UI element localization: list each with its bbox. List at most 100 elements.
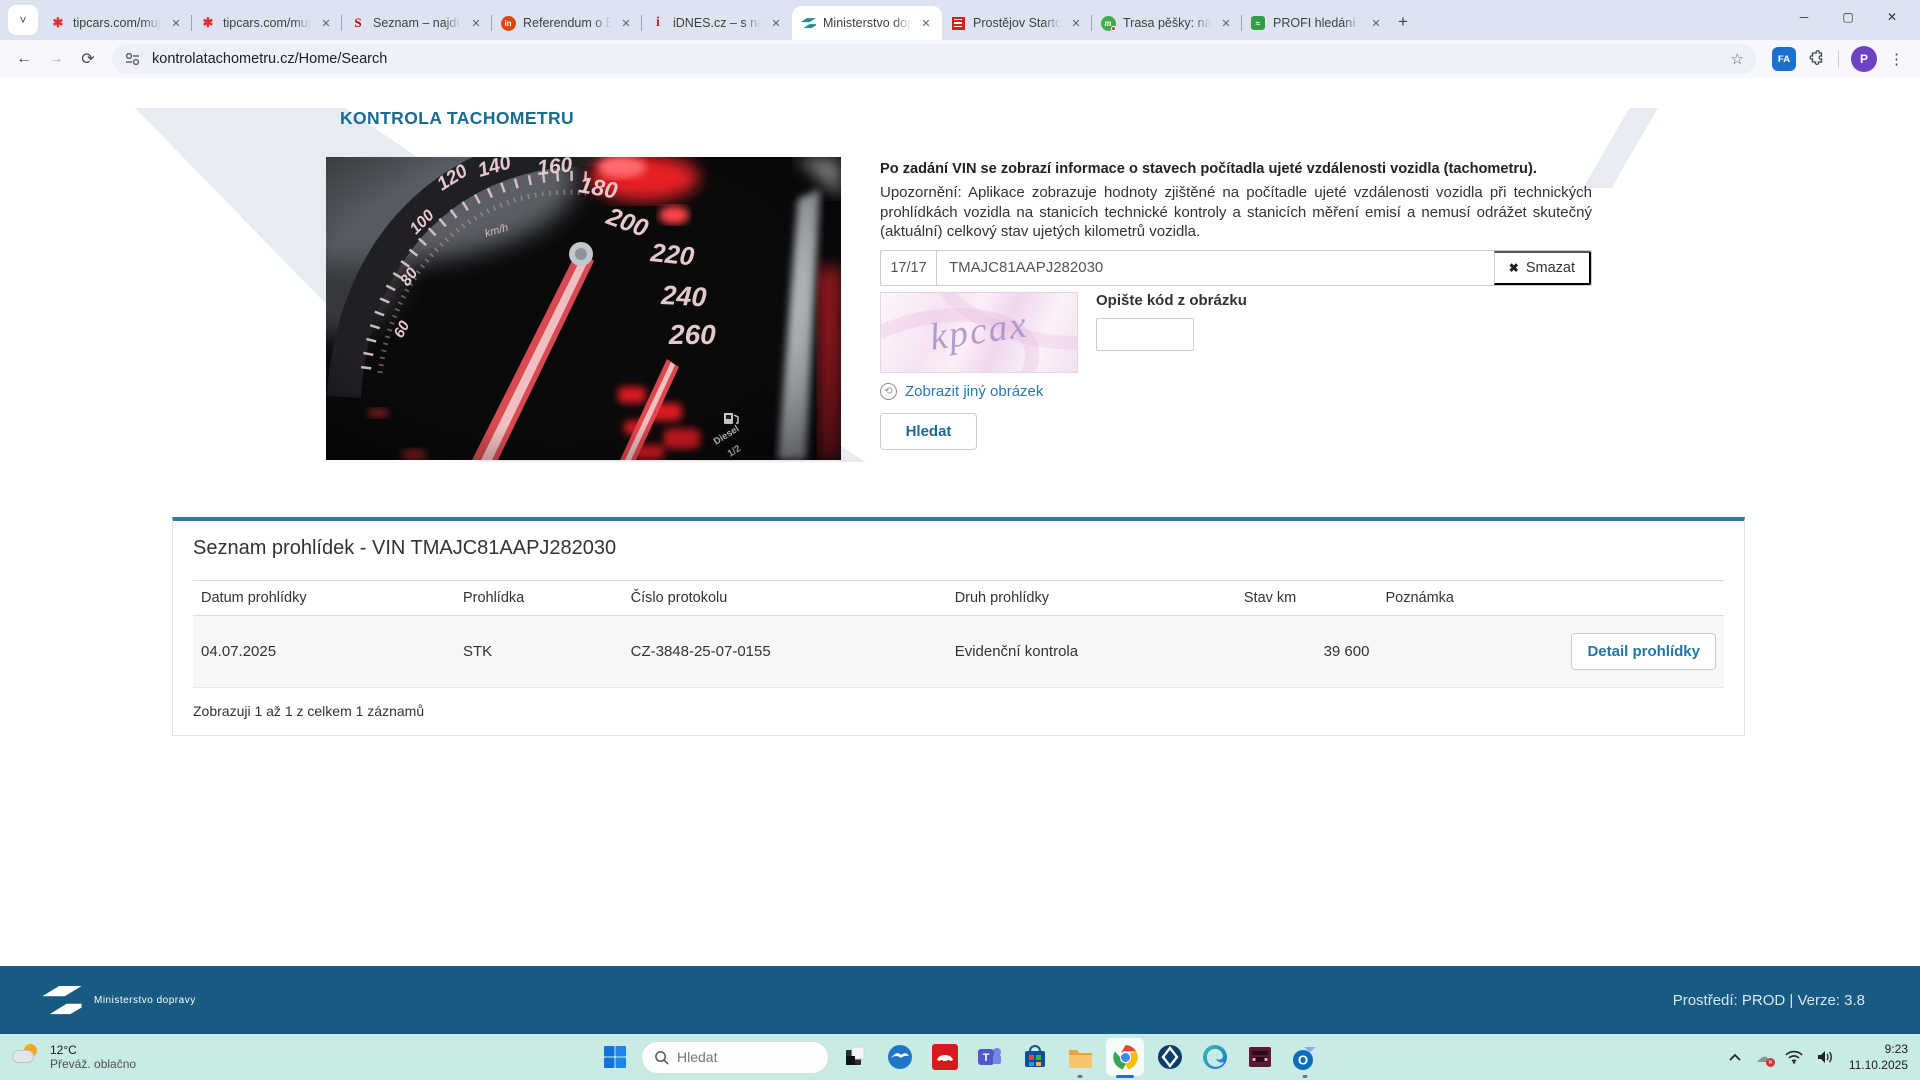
search-button[interactable]: Hledat — [880, 412, 977, 450]
stk-app-icon[interactable] — [1151, 1038, 1189, 1076]
browser-tab[interactable]: m Trasa pěšky: nám. T. G ✕ — [1091, 6, 1242, 40]
tab-close-icon[interactable]: ✕ — [1368, 15, 1384, 31]
site-info-icon[interactable] — [124, 52, 142, 66]
results-panel: Seznam prohlídek - VIN TMAJC81AAPJ282030… — [172, 517, 1745, 736]
wifi-icon[interactable] — [1785, 1050, 1803, 1064]
maximize-button[interactable]: ▢ — [1826, 0, 1870, 34]
clear-vin-button[interactable]: ✖ Smazat — [1493, 250, 1591, 285]
tab-close-icon[interactable]: ✕ — [1068, 15, 1084, 31]
tab-title: tipcars.com/muj-tipc — [73, 16, 161, 30]
teams-icon[interactable]: T — [971, 1038, 1009, 1076]
tab-title: Prostějov Startovní li — [973, 16, 1061, 30]
browser-tab[interactable]: i iDNES.cz – s námi vít ✕ — [641, 6, 792, 40]
fa-extension-icon[interactable]: FA — [1772, 47, 1796, 71]
task-host-icon[interactable] — [836, 1038, 874, 1076]
weather-icon — [12, 1043, 42, 1071]
tipcars-favicon: ✱ — [52, 15, 64, 30]
browser-tab[interactable]: Prostějov Startovní li ✕ — [942, 6, 1092, 40]
profi-favicon: ≈ — [1251, 16, 1265, 30]
tab-close-icon[interactable]: ✕ — [918, 15, 934, 31]
profile-avatar[interactable]: P — [1851, 46, 1877, 72]
column-header: Poznámka — [1377, 580, 1564, 616]
tab-search-button[interactable]: ˅ — [8, 5, 38, 35]
detail-prohlidky-button[interactable]: Detail prohlídky — [1571, 633, 1716, 670]
chrome-icon[interactable] — [1106, 1038, 1144, 1076]
browser-tab[interactable]: ✱ tipcars.com/muj-tipc ✕ — [191, 6, 342, 40]
windows-taskbar: 12°C Převáž. oblačno T — [0, 1034, 1920, 1080]
tab-strip: ˅ ✱ tipcars.com/muj-tipc ✕ ✱ tipcars.com/muj… — [0, 0, 1920, 40]
onedrive-icon[interactable]: ☁ ✕ — [1756, 1048, 1775, 1067]
table-cell: 04.07.2025 — [193, 615, 455, 688]
retro-car-app-icon[interactable] — [1241, 1038, 1279, 1076]
bookmark-star-icon[interactable]: ☆ — [1731, 50, 1744, 68]
browser-tab[interactable]: Ministerstvo dopravy ✕ — [792, 6, 942, 40]
tab-title: iDNES.cz – s námi vít — [673, 16, 761, 30]
page-title: KONTROLA TACHOMETRU — [340, 108, 575, 128]
tab-title: tipcars.com/muj-tipc — [223, 16, 311, 30]
taskbar-clock[interactable]: 9:23 11.10.2025 — [1849, 1041, 1908, 1073]
refresh-captcha-icon[interactable]: ⟲ — [880, 382, 897, 400]
tab-title: Ministerstvo dopravy — [823, 16, 911, 30]
tab-title: Referendum o EU a N — [523, 16, 611, 30]
start-button[interactable] — [596, 1038, 634, 1076]
weather-widget[interactable]: 12°C Převáž. oblačno — [12, 1043, 136, 1071]
column-header: Číslo protokolu — [622, 580, 947, 616]
taskbar-search-input[interactable] — [677, 1049, 797, 1065]
forward-button[interactable]: → — [42, 45, 70, 73]
file-explorer-icon[interactable] — [1061, 1038, 1099, 1076]
column-header: Druh prohlídky — [946, 580, 1236, 616]
table-cell: Evidenční kontrola — [946, 615, 1236, 688]
refresh-captcha-link[interactable]: Zobrazit jiný obrázek — [905, 383, 1043, 400]
reload-button[interactable]: ⟳ — [74, 45, 102, 73]
vin-input-group: 17/17 ✖Smazat — [880, 249, 1592, 286]
new-tab-button[interactable]: + — [1398, 12, 1408, 32]
table-cell — [1377, 615, 1564, 688]
address-bar[interactable]: kontrolatachometru.cz/Home/Search ☆ — [112, 44, 1756, 74]
browser-menu-icon[interactable]: ⋮ — [1889, 50, 1904, 68]
browser-tab[interactable]: S Seznam – najdu tam, ✕ — [341, 6, 492, 40]
seznam-favicon: S — [354, 15, 362, 30]
volume-icon[interactable] — [1817, 1050, 1835, 1064]
clear-x-icon: ✖ — [1508, 260, 1519, 275]
edge-icon[interactable] — [1196, 1038, 1234, 1076]
back-button[interactable]: ← — [10, 45, 38, 73]
clock-time: 9:23 — [1884, 1041, 1908, 1056]
browser-tab[interactable]: ✱ tipcars.com/muj-tipc ✕ — [42, 6, 192, 40]
close-button[interactable]: ✕ — [1870, 0, 1914, 34]
footer-brand-text: Ministerstvo dopravy — [94, 994, 196, 1006]
tipcars-favicon: ✱ — [202, 15, 214, 30]
tab-close-icon[interactable]: ✕ — [1218, 15, 1234, 31]
tab-close-icon[interactable]: ✕ — [468, 15, 484, 31]
browser-tab[interactable]: ≈ PROFI hledání ✕ — [1241, 6, 1392, 40]
url-text: kontrolatachometru.cz/Home/Search — [152, 51, 388, 67]
tab-close-icon[interactable]: ✕ — [618, 15, 634, 31]
prostejov-favicon — [951, 16, 965, 30]
tray-chevron-icon[interactable] — [1728, 1052, 1742, 1062]
tab-close-icon[interactable]: ✕ — [168, 15, 184, 31]
tab-close-icon[interactable]: ✕ — [318, 15, 334, 31]
ministry-favicon — [800, 17, 816, 28]
page-content: KONTROLA TACHOMETRU 60801001201401601802… — [0, 78, 1920, 966]
captcha-input[interactable] — [1096, 317, 1194, 351]
tipcars-app-icon[interactable] — [926, 1038, 964, 1076]
svg-text:O: O — [1297, 1052, 1307, 1067]
intro-warning-text: Upozornění: Aplikace zobrazuje hodnoty z… — [880, 184, 1592, 241]
minimize-button[interactable]: ─ — [1782, 0, 1826, 34]
microsoft-store-icon[interactable] — [1016, 1038, 1054, 1076]
tab-title: Trasa pěšky: nám. T. G — [1123, 16, 1211, 30]
taskbar-search[interactable] — [641, 1040, 829, 1074]
search-icon — [655, 1050, 669, 1065]
extensions-puzzle-icon[interactable] — [1808, 50, 1826, 68]
browser-toolbar: ← → ⟳ kontrolatachometru.cz/Home/Search … — [0, 40, 1920, 78]
openoffice-icon[interactable] — [881, 1038, 919, 1076]
speedometer-image: 6080100120140160180200220240260 km/h Die… — [326, 157, 841, 460]
results-table: Datum prohlídky Prohlídka Číslo protokolu D… — [193, 580, 1724, 688]
browser-tab[interactable]: in Referendum o EU a N ✕ — [491, 6, 642, 40]
tab-close-icon[interactable]: ✕ — [768, 15, 784, 31]
ministry-logo-icon — [42, 985, 82, 1015]
svg-text:T: T — [983, 1052, 990, 1064]
outlook-icon[interactable]: O — [1286, 1038, 1324, 1076]
vin-input[interactable] — [937, 250, 1494, 285]
clock-date: 11.10.2025 — [1848, 1058, 1908, 1072]
mapy-favicon: m — [1100, 15, 1116, 31]
